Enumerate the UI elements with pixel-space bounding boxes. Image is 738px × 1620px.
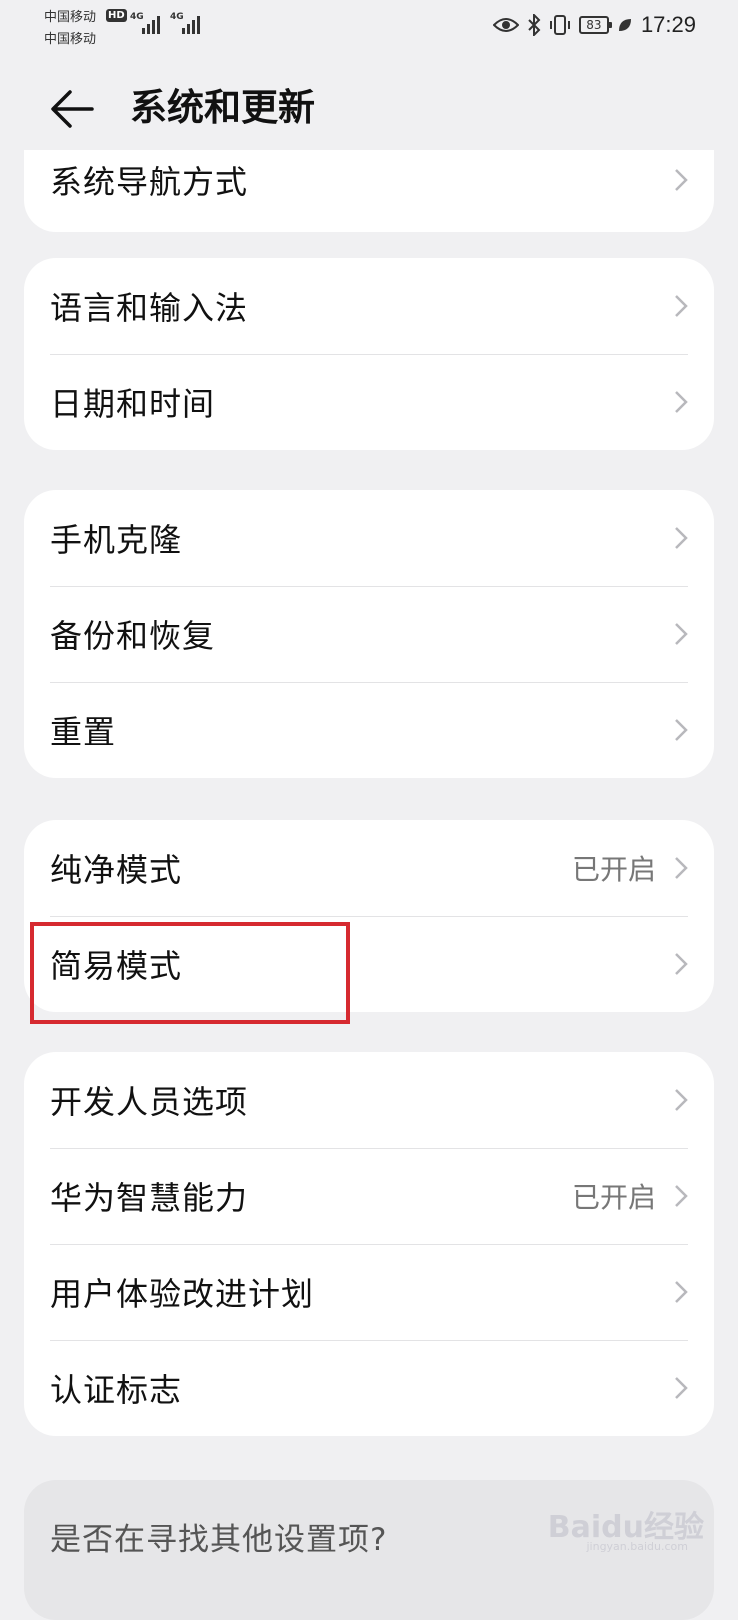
status-bar: 中国移动 HD 中国移动 4G 4G 83 17:29 (0, 0, 738, 60)
chevron-right-icon (675, 391, 688, 413)
battery-icon: 83 (578, 16, 612, 34)
arrow-left-icon (51, 90, 94, 128)
menu-item-language-input[interactable]: 语言和输入法 (24, 258, 714, 354)
settings-card-backup: 手机克隆 备份和恢复 重置 (24, 490, 714, 778)
menu-item-label: 纯净模式 (50, 851, 183, 889)
chevron-right-icon (675, 1281, 688, 1303)
menu-item-label: 手机克隆 (50, 521, 183, 559)
clock: 17:29 (640, 12, 696, 37)
settings-card-modes: 纯净模式 已开启 简易模式 (24, 820, 714, 1012)
menu-item-label: 简易模式 (50, 947, 183, 985)
menu-item-label: 华为智慧能力 (50, 1179, 249, 1217)
menu-item-label: 开发人员选项 (50, 1083, 249, 1121)
menu-item-reset[interactable]: 重置 (24, 682, 714, 778)
menu-item-pure-mode[interactable]: 纯净模式 已开启 (24, 820, 714, 916)
menu-item-label: 备份和恢复 (50, 617, 216, 655)
menu-item-status: 已开启 (571, 1181, 656, 1214)
chevron-right-icon (675, 1089, 688, 1111)
menu-item-label: 系统导航方式 (50, 163, 249, 201)
menu-item-label: 用户体验改进计划 (50, 1275, 315, 1313)
menu-item-phone-clone[interactable]: 手机克隆 (24, 490, 714, 586)
menu-item-user-experience[interactable]: 用户体验改进计划 (24, 1244, 714, 1340)
leaf-icon (618, 19, 631, 31)
menu-item-date-time[interactable]: 日期和时间 (24, 354, 714, 450)
chevron-right-icon (675, 953, 688, 975)
chevron-right-icon (675, 169, 688, 191)
menu-item-status: 已开启 (571, 853, 656, 886)
menu-item-label: 语言和输入法 (50, 289, 249, 327)
chevron-right-icon (675, 1185, 688, 1207)
menu-item-system-navigation[interactable]: 系统导航方式 (24, 150, 714, 210)
bluetooth-icon (528, 14, 541, 36)
menu-item-label: 认证标志 (50, 1371, 183, 1409)
menu-item-certification[interactable]: 认证标志 (24, 1340, 714, 1436)
chevron-right-icon (675, 623, 688, 645)
chevron-right-icon (675, 719, 688, 741)
chevron-right-icon (675, 1377, 688, 1399)
settings-card-advanced: 开发人员选项 华为智慧能力 已开启 用户体验改进计划 认证标志 (24, 1052, 714, 1436)
menu-item-backup-restore[interactable]: 备份和恢复 (24, 586, 714, 682)
header: 系统和更新 (0, 70, 738, 150)
settings-card-language: 语言和输入法 日期和时间 (24, 258, 714, 450)
chevron-right-icon (675, 857, 688, 879)
carrier-1: 中国移动 (44, 10, 97, 25)
hd-badge: HD (106, 9, 127, 22)
chevron-right-icon (675, 527, 688, 549)
settings-card-navigation: 系统导航方式 (24, 150, 714, 232)
page-title: 系统和更新 (130, 86, 315, 129)
search-suggestion-text: 是否在寻找其他设置项? (50, 1522, 388, 1558)
watermark-url: jingyan.baidu.com (586, 1540, 688, 1553)
back-button[interactable] (48, 84, 98, 134)
menu-item-label: 重置 (50, 713, 117, 751)
eye-icon (492, 18, 519, 32)
carrier-2: 中国移动 (44, 32, 97, 47)
menu-item-developer-options[interactable]: 开发人员选项 (24, 1052, 714, 1148)
menu-item-huawei-intelligence[interactable]: 华为智慧能力 已开启 (24, 1148, 714, 1244)
vibrate-icon (549, 15, 570, 35)
chevron-right-icon (675, 295, 688, 317)
menu-item-label: 日期和时间 (50, 385, 216, 423)
menu-item-simple-mode[interactable]: 简易模式 (24, 916, 714, 1012)
